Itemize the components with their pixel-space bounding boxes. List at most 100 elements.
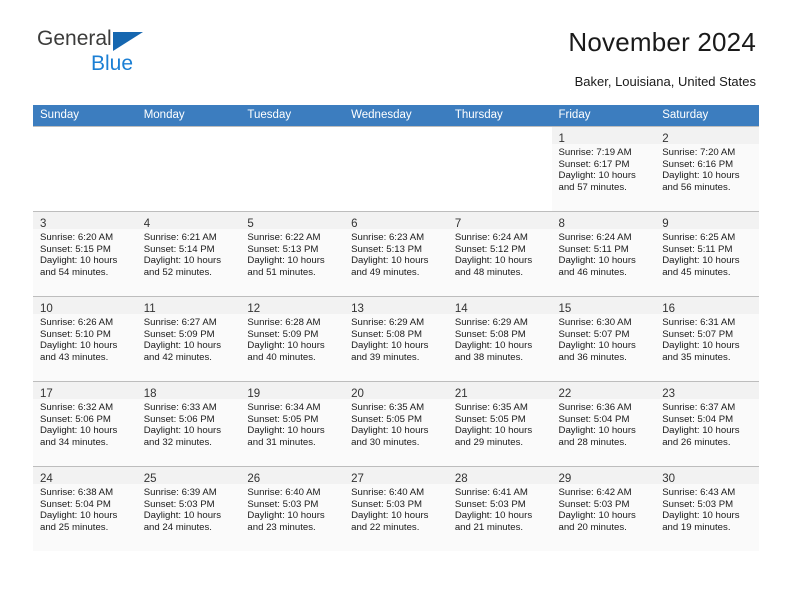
calendar-day-cell[interactable]: 18 Sunrise: 6:33 AM Sunset: 5:06 PM Dayligh…: [136, 381, 241, 466]
daylight-duration-line1: Daylight: 10 hours: [351, 510, 429, 522]
calendar-week-row: 10 Sunrise: 6:26 AM Sunset: 5:10 PM Dayligh…: [33, 296, 759, 381]
day-cell-16[interactable]: 16 Sunrise: 6:31 AM Sunset: 5:07 PM Dayligh…: [655, 296, 759, 381]
day-cell-7[interactable]: 7 Sunrise: 6:24 AM Sunset: 5:12 PM Daylight…: [447, 211, 552, 296]
day-cell-6[interactable]: 6 Sunrise: 6:23 AM Sunset: 5:13 PM Daylight…: [344, 211, 448, 296]
calendar-day-cell[interactable]: 27 Sunrise: 6:40 AM Sunset: 5:03 PM Dayligh…: [344, 466, 448, 551]
day-cell-8[interactable]: 8 Sunrise: 6:24 AM Sunset: 5:11 PM Daylight…: [551, 211, 656, 296]
day-cell-18[interactable]: 18 Sunrise: 6:33 AM Sunset: 5:06 PM Dayligh…: [136, 381, 241, 466]
day-number: 27: [351, 473, 364, 485]
daylight-duration-line2: and 26 minutes.: [662, 436, 731, 448]
day-cell-3[interactable]: 3 Sunrise: 6:20 AM Sunset: 5:15 PM Daylight…: [33, 211, 137, 296]
day-cell-empty: [344, 126, 448, 211]
day-number-bar: 16: [655, 297, 759, 315]
calendar-day-cell[interactable]: 30 Sunrise: 6:43 AM Sunset: 5:03 PM Dayligh…: [655, 466, 759, 551]
calendar-day-cell[interactable]: 12 Sunrise: 6:28 AM Sunset: 5:09 PM Dayligh…: [240, 296, 345, 381]
day-number-bar: 17: [33, 382, 137, 400]
calendar-day-cell[interactable]: 21 Sunrise: 6:35 AM Sunset: 5:05 PM Dayligh…: [447, 381, 552, 466]
day-cell-4[interactable]: 4 Sunrise: 6:21 AM Sunset: 5:14 PM Daylight…: [136, 211, 241, 296]
day-cell-20[interactable]: 20 Sunrise: 6:35 AM Sunset: 5:05 PM Dayligh…: [344, 381, 448, 466]
day-number-bar: 19: [240, 382, 345, 400]
calendar-day-cell[interactable]: 17 Sunrise: 6:32 AM Sunset: 5:06 PM Dayligh…: [33, 381, 137, 466]
day-cell-5[interactable]: 5 Sunrise: 6:22 AM Sunset: 5:13 PM Daylight…: [240, 211, 345, 296]
calendar-day-cell[interactable]: 10 Sunrise: 6:26 AM Sunset: 5:10 PM Dayligh…: [33, 296, 137, 381]
sunset-time: Sunset: 5:06 PM: [143, 413, 215, 425]
calendar-day-cell[interactable]: 4 Sunrise: 6:21 AM Sunset: 5:14 PM Daylight…: [136, 211, 241, 296]
day-number-bar: 22: [551, 382, 656, 400]
sunrise-time: Sunrise: 7:19 AM: [558, 147, 632, 158]
day-number-bar: 5: [240, 212, 345, 230]
daylight-duration-line2: and 56 minutes.: [662, 181, 731, 193]
calendar-day-cell[interactable]: 25 Sunrise: 6:39 AM Sunset: 5:03 PM Dayligh…: [136, 466, 241, 551]
general-blue-logo[interactable]: General Blue: [37, 28, 177, 76]
weekday-header-thursday: Thursday: [447, 105, 552, 126]
calendar-day-cell[interactable]: 2 Sunrise: 7:20 AM Sunset: 6:16 PM Daylight…: [655, 126, 759, 211]
calendar-day-cell[interactable]: 15 Sunrise: 6:30 AM Sunset: 5:07 PM Dayligh…: [551, 296, 656, 381]
sunset-time: Sunset: 5:09 PM: [247, 328, 319, 340]
calendar-day-cell[interactable]: 9 Sunrise: 6:25 AM Sunset: 5:11 PM Daylight…: [655, 211, 759, 296]
calendar-day-cell[interactable]: [240, 126, 345, 211]
day-number: 13: [351, 303, 364, 315]
calendar-day-cell[interactable]: 8 Sunrise: 6:24 AM Sunset: 5:11 PM Daylight…: [551, 211, 656, 296]
day-number-bar: 28: [447, 467, 552, 485]
calendar-body: 1 Sunrise: 7:19 AM Sunset: 6:17 PM Daylight…: [33, 126, 759, 551]
calendar-day-cell[interactable]: 7 Sunrise: 6:24 AM Sunset: 5:12 PM Daylight…: [447, 211, 552, 296]
calendar-day-cell[interactable]: 3 Sunrise: 6:20 AM Sunset: 5:15 PM Daylight…: [33, 211, 137, 296]
day-details: Sunrise: 7:20 AM Sunset: 6:16 PM Daylight:…: [655, 144, 759, 211]
calendar-day-cell[interactable]: 14 Sunrise: 6:29 AM Sunset: 5:08 PM Dayligh…: [447, 296, 552, 381]
day-cell-11[interactable]: 11 Sunrise: 6:27 AM Sunset: 5:09 PM Dayligh…: [136, 296, 241, 381]
day-cell-2[interactable]: 2 Sunrise: 7:20 AM Sunset: 6:16 PM Daylight…: [655, 126, 759, 211]
day-cell-14[interactable]: 14 Sunrise: 6:29 AM Sunset: 5:08 PM Dayligh…: [447, 296, 552, 381]
day-cell-28[interactable]: 28 Sunrise: 6:41 AM Sunset: 5:03 PM Dayligh…: [447, 466, 552, 551]
sunset-time: Sunset: 5:08 PM: [351, 328, 423, 340]
day-cell-15[interactable]: 15 Sunrise: 6:30 AM Sunset: 5:07 PM Dayligh…: [551, 296, 656, 381]
daylight-duration-line1: Daylight: 10 hours: [558, 170, 636, 182]
calendar-day-cell[interactable]: 1 Sunrise: 7:19 AM Sunset: 6:17 PM Daylight…: [551, 126, 656, 211]
day-cell-13[interactable]: 13 Sunrise: 6:29 AM Sunset: 5:08 PM Dayligh…: [344, 296, 448, 381]
day-cell-19[interactable]: 19 Sunrise: 6:34 AM Sunset: 5:05 PM Dayligh…: [240, 381, 345, 466]
calendar-day-cell[interactable]: [33, 126, 137, 211]
calendar-day-cell[interactable]: [344, 126, 448, 211]
calendar-day-cell[interactable]: [136, 126, 241, 211]
day-cell-10[interactable]: 10 Sunrise: 6:26 AM Sunset: 5:10 PM Dayligh…: [33, 296, 137, 381]
day-cell-22[interactable]: 22 Sunrise: 6:36 AM Sunset: 5:04 PM Dayligh…: [551, 381, 656, 466]
day-cell-empty: [240, 126, 345, 211]
sunrise-time: Sunrise: 6:29 AM: [351, 317, 425, 328]
calendar-day-cell[interactable]: 23 Sunrise: 6:37 AM Sunset: 5:04 PM Dayligh…: [655, 381, 759, 466]
day-cell-29[interactable]: 29 Sunrise: 6:42 AM Sunset: 5:03 PM Dayligh…: [551, 466, 656, 551]
day-cell-27[interactable]: 27 Sunrise: 6:40 AM Sunset: 5:03 PM Dayligh…: [344, 466, 448, 551]
calendar-day-cell[interactable]: 26 Sunrise: 6:40 AM Sunset: 5:03 PM Dayligh…: [240, 466, 345, 551]
day-cell-12[interactable]: 12 Sunrise: 6:28 AM Sunset: 5:09 PM Dayligh…: [240, 296, 345, 381]
day-number-bar: 27: [344, 467, 448, 485]
calendar-day-cell[interactable]: 13 Sunrise: 6:29 AM Sunset: 5:08 PM Dayligh…: [344, 296, 448, 381]
calendar-day-cell[interactable]: 20 Sunrise: 6:35 AM Sunset: 5:05 PM Dayligh…: [344, 381, 448, 466]
daylight-duration-line2: and 23 minutes.: [247, 521, 316, 533]
day-cell-25[interactable]: 25 Sunrise: 6:39 AM Sunset: 5:03 PM Dayligh…: [136, 466, 241, 551]
calendar-day-cell[interactable]: 5 Sunrise: 6:22 AM Sunset: 5:13 PM Daylight…: [240, 211, 345, 296]
calendar-day-cell[interactable]: [447, 126, 552, 211]
day-cell-24[interactable]: 24 Sunrise: 6:38 AM Sunset: 5:04 PM Dayligh…: [33, 466, 137, 551]
sunrise-time: Sunrise: 7:20 AM: [662, 147, 736, 158]
day-cell-26[interactable]: 26 Sunrise: 6:40 AM Sunset: 5:03 PM Dayligh…: [240, 466, 345, 551]
daylight-duration-line2: and 40 minutes.: [247, 351, 316, 363]
day-cell-1[interactable]: 1 Sunrise: 7:19 AM Sunset: 6:17 PM Daylight…: [551, 126, 656, 211]
daylight-duration-line1: Daylight: 10 hours: [247, 255, 325, 267]
calendar-day-cell[interactable]: 24 Sunrise: 6:38 AM Sunset: 5:04 PM Dayligh…: [33, 466, 137, 551]
calendar-day-cell[interactable]: 6 Sunrise: 6:23 AM Sunset: 5:13 PM Daylight…: [344, 211, 448, 296]
day-details: Sunrise: 6:38 AM Sunset: 5:04 PM Daylight:…: [33, 484, 137, 551]
day-cell-21[interactable]: 21 Sunrise: 6:35 AM Sunset: 5:05 PM Dayligh…: [447, 381, 552, 466]
daylight-duration-line1: Daylight: 10 hours: [662, 425, 740, 437]
calendar-day-cell[interactable]: 29 Sunrise: 6:42 AM Sunset: 5:03 PM Dayligh…: [551, 466, 656, 551]
calendar-day-cell[interactable]: 28 Sunrise: 6:41 AM Sunset: 5:03 PM Dayligh…: [447, 466, 552, 551]
calendar-day-cell[interactable]: 16 Sunrise: 6:31 AM Sunset: 5:07 PM Dayligh…: [655, 296, 759, 381]
day-cell-23[interactable]: 23 Sunrise: 6:37 AM Sunset: 5:04 PM Dayligh…: [655, 381, 759, 466]
calendar-day-cell[interactable]: 11 Sunrise: 6:27 AM Sunset: 5:09 PM Dayligh…: [136, 296, 241, 381]
day-cell-17[interactable]: 17 Sunrise: 6:32 AM Sunset: 5:06 PM Dayligh…: [33, 381, 137, 466]
calendar-day-cell[interactable]: 19 Sunrise: 6:34 AM Sunset: 5:05 PM Dayligh…: [240, 381, 345, 466]
day-details: Sunrise: 6:39 AM Sunset: 5:03 PM Daylight:…: [136, 484, 241, 551]
day-cell-9[interactable]: 9 Sunrise: 6:25 AM Sunset: 5:11 PM Daylight…: [655, 211, 759, 296]
calendar-week-row: 1 Sunrise: 7:19 AM Sunset: 6:17 PM Daylight…: [33, 126, 759, 211]
sunrise-time: Sunrise: 6:27 AM: [143, 317, 217, 328]
day-cell-30[interactable]: 30 Sunrise: 6:43 AM Sunset: 5:03 PM Dayligh…: [655, 466, 759, 551]
calendar-day-cell[interactable]: 22 Sunrise: 6:36 AM Sunset: 5:04 PM Dayligh…: [551, 381, 656, 466]
sunset-time: Sunset: 5:03 PM: [247, 498, 319, 510]
